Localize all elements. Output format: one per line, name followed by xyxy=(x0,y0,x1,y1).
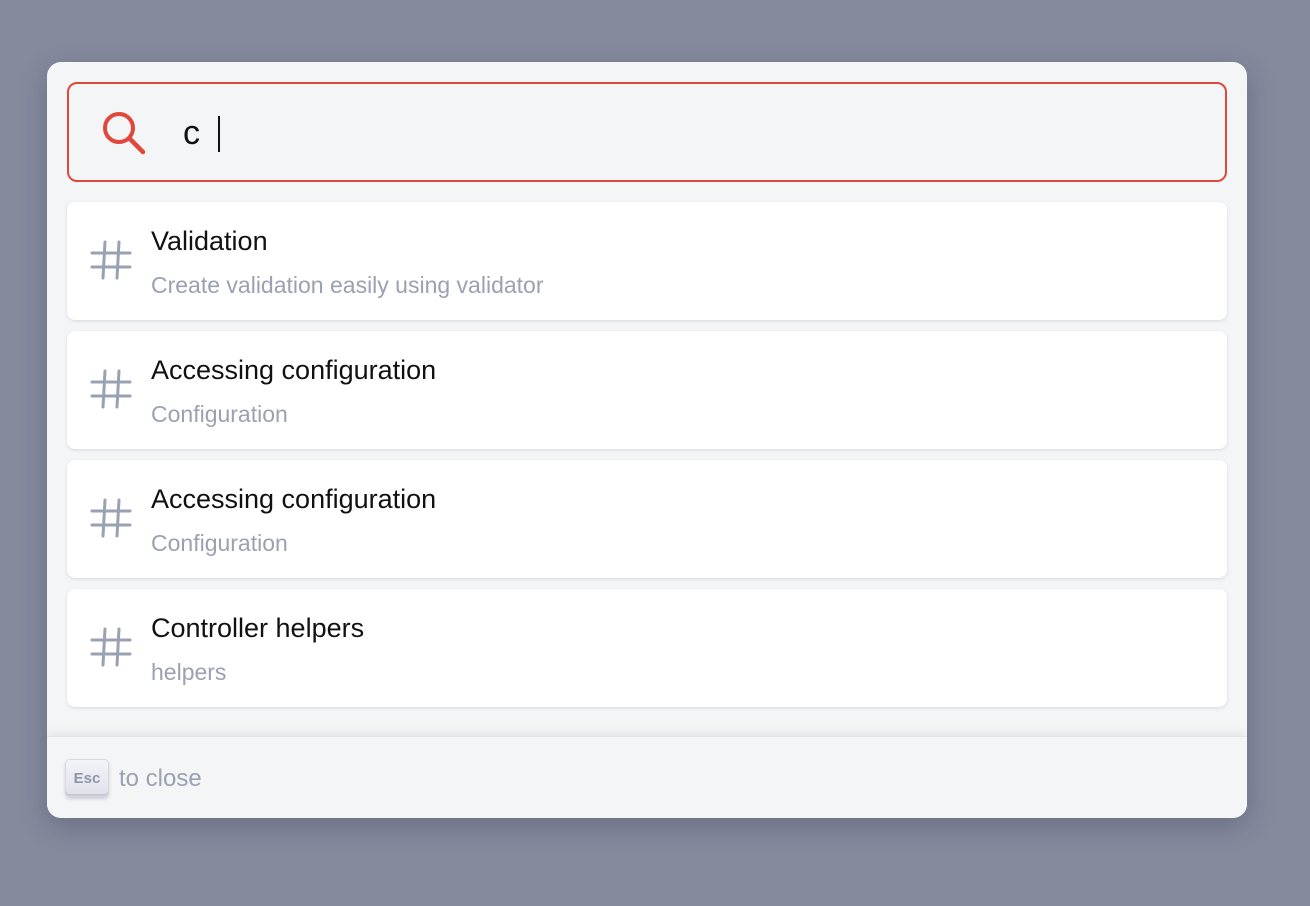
result-item[interactable]: Accessing configuration Configuration xyxy=(67,331,1227,449)
result-title: Accessing configuration xyxy=(151,355,437,385)
result-title: Controller helpers xyxy=(151,613,365,643)
text-caret xyxy=(218,116,220,152)
result-item[interactable]: Accessing configuration Configuration xyxy=(67,460,1227,578)
result-subtitle: Configuration xyxy=(151,401,288,427)
search-icon xyxy=(103,112,146,155)
hash-icon xyxy=(90,240,132,280)
result-item[interactable]: Controller helpers helpers xyxy=(67,589,1227,707)
result-title: Accessing configuration xyxy=(151,484,437,514)
search-modal: Validation Create validation easily usin… xyxy=(47,62,1247,818)
result-subtitle: Create validation easily using validator xyxy=(151,272,544,298)
hash-icon xyxy=(90,627,132,667)
hash-icon xyxy=(90,369,132,409)
result-subtitle: Configuration xyxy=(151,530,288,556)
search-box[interactable] xyxy=(67,82,1227,182)
search-input[interactable] xyxy=(183,108,1203,158)
results-list: Validation Create validation easily usin… xyxy=(67,202,1227,718)
result-title: Validation xyxy=(151,226,268,256)
result-item[interactable]: Validation Create validation easily usin… xyxy=(67,202,1227,320)
result-subtitle: helpers xyxy=(151,659,227,685)
footer-close-text: to close xyxy=(119,765,202,792)
esc-key-hint: Esc xyxy=(66,760,108,796)
hash-icon xyxy=(90,498,132,538)
footer: Esc to close xyxy=(47,736,1247,818)
